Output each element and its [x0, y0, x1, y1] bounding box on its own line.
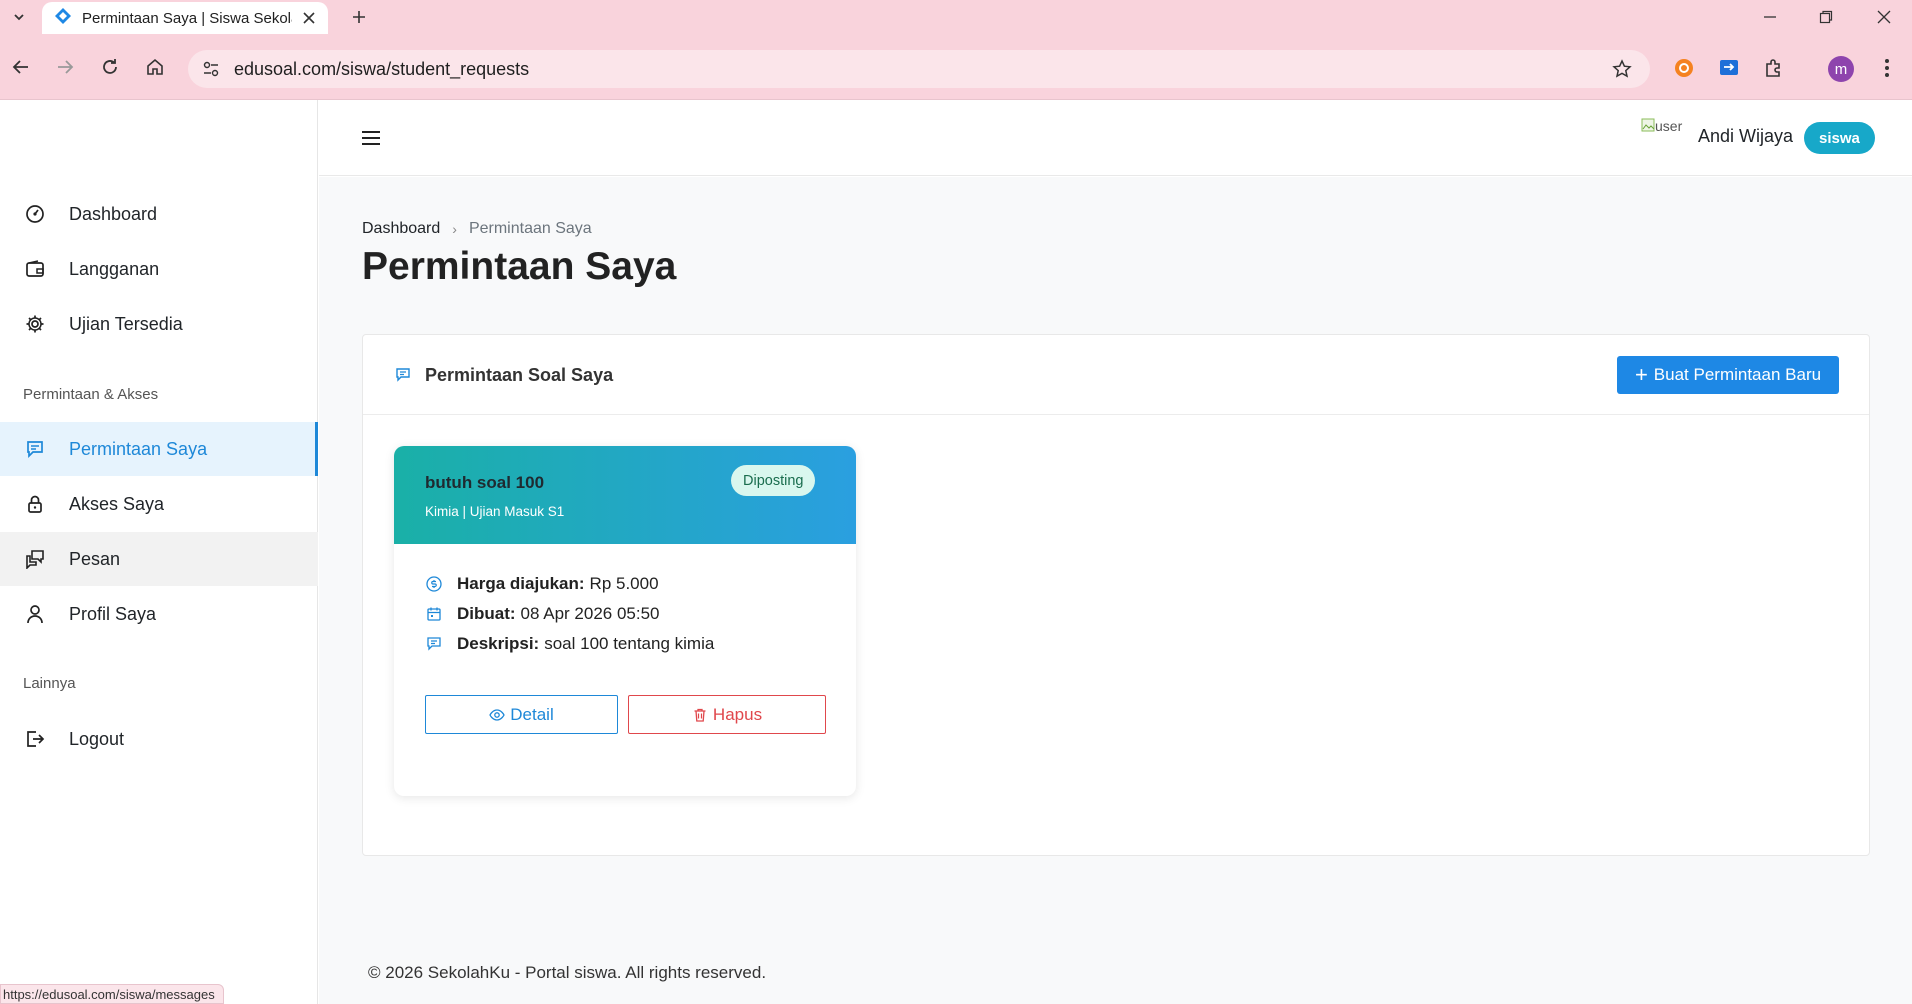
sidebar-item-akses-saya[interactable]: Akses Saya — [0, 477, 318, 531]
logout-icon — [22, 726, 48, 752]
sidebar-item-pesan[interactable]: Pesan — [0, 532, 318, 586]
card-title: Permintaan Soal Saya — [425, 365, 614, 385]
url-text: edusoal.com/siswa/student_requests — [234, 59, 530, 79]
sidebar-item-ujian-tersedia[interactable]: Ujian Tersedia — [0, 297, 318, 351]
extension-translate-icon[interactable] — [1715, 54, 1743, 82]
user-icon — [22, 601, 48, 627]
chat-icon — [425, 635, 443, 653]
eye-icon — [489, 707, 505, 723]
description-label: Deskripsi: — [457, 634, 540, 653]
sidebar-item-label: Permintaan Saya — [69, 438, 208, 459]
status-badge: Diposting — [731, 465, 816, 496]
top-header: user Andi Wijaya siswa — [319, 100, 1912, 176]
main-content: Dashboard › Permintaan Saya Permintaan S… — [319, 177, 1912, 1004]
chat-icon — [393, 365, 413, 385]
hamburger-menu-icon[interactable] — [359, 126, 383, 150]
address-bar[interactable]: edusoal.com/siswa/student_requests — [188, 50, 1650, 88]
trash-icon — [692, 707, 708, 723]
wallet-icon — [22, 256, 48, 282]
browser-tab-bar: Permintaan Saya | Siswa Sekolah — [0, 0, 1912, 34]
breadcrumb-dashboard-link[interactable]: Dashboard — [362, 220, 440, 238]
price-label: Harga diajukan: — [457, 574, 585, 593]
footer-copyright: © 2026 SekolahKu - Portal siswa. All rig… — [368, 963, 767, 982]
request-card-header: butuh soal 100 Kimia | Ujian Masuk S1 Di… — [394, 446, 856, 544]
dollar-circle-icon — [425, 575, 443, 593]
breadcrumb: Dashboard › Permintaan Saya — [362, 220, 592, 238]
sidebar-item-profil-saya[interactable]: Profil Saya — [0, 587, 318, 641]
browser-menu-icon[interactable] — [1874, 54, 1900, 82]
created-label: Dibuat: — [457, 604, 516, 623]
detail-button[interactable]: Detail — [425, 695, 618, 734]
site-info-icon[interactable] — [200, 58, 222, 80]
request-title: butuh soal 100 — [425, 473, 545, 492]
sidebar-item-logout[interactable]: Logout — [0, 712, 318, 766]
browser-tab-active[interactable]: Permintaan Saya | Siswa Sekolah — [42, 2, 328, 34]
gauge-icon — [22, 201, 48, 227]
forward-arrow-icon[interactable] — [50, 52, 80, 82]
avatar-alt-text: user — [1655, 118, 1683, 134]
minimize-icon[interactable] — [1750, 2, 1790, 32]
bookmark-star-icon[interactable] — [1610, 57, 1634, 81]
page-title: Permintaan Saya — [362, 245, 677, 288]
breadcrumb-current: Permintaan Saya — [468, 220, 592, 237]
breadcrumb-separator: › — [452, 221, 457, 237]
delete-button[interactable]: Hapus — [628, 695, 826, 734]
requests-card: Permintaan Soal Saya + Buat Permintaan B… — [362, 334, 1870, 856]
request-created-row: Dibuat: 08 Apr 2026 05:50 — [425, 604, 660, 624]
restore-icon[interactable] — [1806, 2, 1846, 32]
request-price-row: Harga diajukan: Rp 5.000 — [425, 574, 659, 594]
sidebar-item-label: Ujian Tersedia — [69, 313, 183, 334]
new-tab-plus-icon[interactable] — [346, 4, 372, 30]
new-request-label: Buat Permintaan Baru — [1653, 365, 1822, 384]
sidebar-section-heading: Lainnya — [23, 675, 76, 692]
sidebar-item-label: Profil Saya — [69, 603, 157, 624]
messages-icon — [22, 546, 48, 572]
new-request-button[interactable]: + Buat Permintaan Baru — [1617, 356, 1839, 394]
home-icon[interactable] — [140, 52, 170, 82]
status-bar-url: https://edusoal.com/siswa/messages — [0, 984, 224, 1004]
detail-label: Detail — [510, 704, 554, 724]
created-value: 08 Apr 2026 05:50 — [520, 604, 660, 623]
profile-avatar[interactable]: m — [1828, 56, 1854, 82]
sidebar-item-label: Pesan — [69, 548, 121, 569]
sidebar-item-dashboard[interactable]: Dashboard — [0, 187, 318, 241]
reload-icon[interactable] — [95, 52, 125, 82]
sidebar: Dashboard Langganan Ujian Tersedia Permi… — [0, 100, 318, 1004]
gear-icon — [22, 311, 48, 337]
extension-shield-icon[interactable] — [1670, 54, 1698, 82]
broken-image-icon — [1641, 118, 1655, 135]
description-value: soal 100 tentang kimia — [544, 634, 715, 653]
sidebar-item-label: Langganan — [69, 258, 160, 279]
tab-close-icon[interactable] — [300, 9, 318, 27]
site-favicon-icon — [54, 7, 72, 30]
back-arrow-icon[interactable] — [6, 52, 36, 82]
sidebar-item-langganan[interactable]: Langganan — [0, 242, 318, 296]
sidebar-item-permintaan-saya[interactable]: Permintaan Saya — [0, 422, 318, 476]
sidebar-section-heading: Permintaan & Akses — [23, 386, 159, 403]
user-name[interactable]: Andi Wijaya — [1698, 126, 1793, 147]
delete-label: Hapus — [712, 704, 763, 724]
plus-icon: + — [1634, 362, 1648, 387]
browser-toolbar: edusoal.com/siswa/student_requests m — [0, 34, 1912, 100]
avatar[interactable]: user — [1641, 118, 1685, 146]
request-description-row: Deskripsi: soal 100 tentang kimia — [425, 634, 714, 654]
request-subtitle: Kimia | Ujian Masuk S1 — [425, 504, 565, 519]
lock-icon — [22, 491, 48, 517]
window-close-icon[interactable] — [1864, 2, 1904, 32]
price-value: Rp 5.000 — [589, 574, 659, 593]
tab-list-chevron-icon[interactable] — [6, 4, 32, 30]
extensions-puzzle-icon[interactable] — [1760, 54, 1788, 82]
tab-title: Permintaan Saya | Siswa Sekolah — [82, 9, 292, 27]
sidebar-item-label: Akses Saya — [69, 493, 165, 514]
card-header: Permintaan Soal Saya + Buat Permintaan B… — [363, 335, 1869, 415]
sidebar-item-label: Dashboard — [69, 203, 158, 224]
role-badge: siswa — [1804, 122, 1875, 154]
calendar-icon — [425, 605, 443, 623]
chat-icon — [22, 436, 48, 462]
request-item-card: butuh soal 100 Kimia | Ujian Masuk S1 Di… — [394, 446, 856, 796]
sidebar-item-label: Logout — [69, 728, 125, 749]
